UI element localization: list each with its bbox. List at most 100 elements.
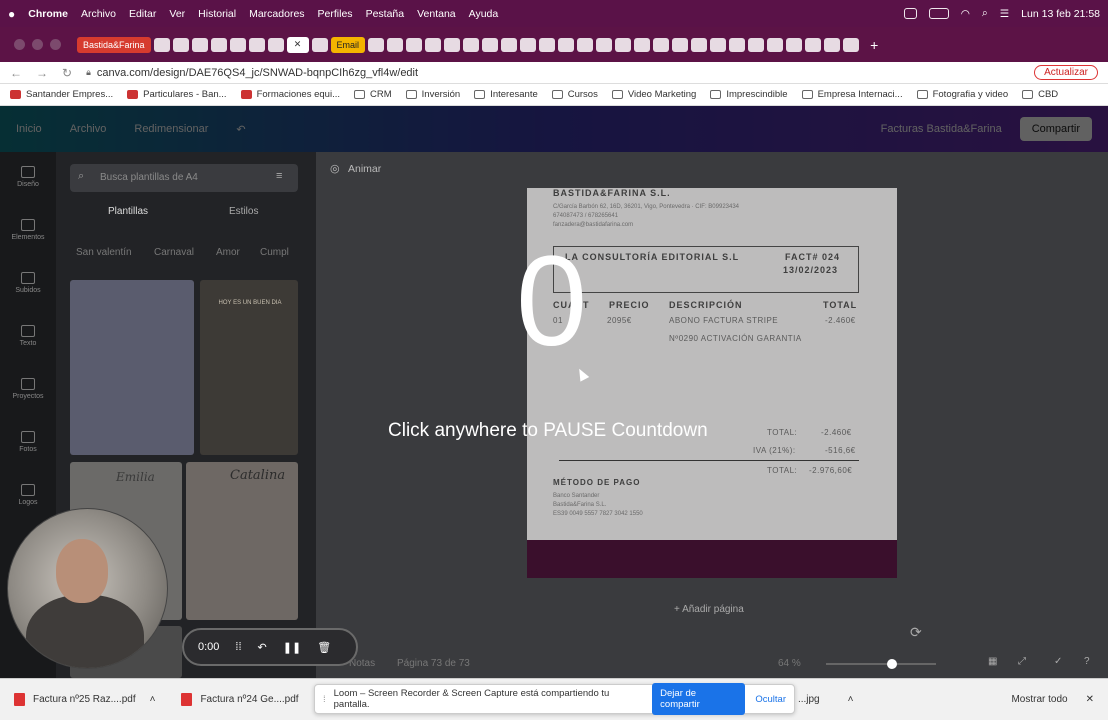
lock-icon[interactable]: 🔒︎ bbox=[86, 67, 91, 78]
tab-gmail-icon[interactable] bbox=[444, 37, 461, 52]
restart-icon[interactable]: ↶ bbox=[258, 641, 267, 654]
minimize-window-icon[interactable] bbox=[32, 39, 43, 50]
bookmark-folder[interactable]: Imprescindible bbox=[710, 89, 788, 100]
control-center-icon[interactable]: ☰ bbox=[1000, 8, 1009, 20]
bookmark-icon bbox=[240, 90, 252, 99]
tab-favicon[interactable] bbox=[558, 37, 575, 52]
tab-favicon[interactable] bbox=[191, 37, 208, 52]
tab-gmail-icon[interactable] bbox=[406, 37, 423, 52]
menu-app[interactable]: Chrome bbox=[28, 8, 68, 20]
tab-favicon[interactable] bbox=[501, 37, 518, 52]
drag-handle-icon[interactable]: ⁞ bbox=[323, 694, 326, 705]
menu-pestana[interactable]: Pestaña bbox=[366, 8, 405, 20]
bookmark-item[interactable]: Particulares - Ban... bbox=[127, 89, 227, 100]
maximize-window-icon[interactable] bbox=[50, 39, 61, 50]
tab-favicon[interactable] bbox=[267, 37, 284, 52]
bookmark-icon bbox=[127, 90, 139, 99]
new-tab-icon[interactable]: + bbox=[870, 37, 878, 53]
bookmark-item[interactable]: Formaciones equi... bbox=[240, 89, 340, 100]
tab-favicon[interactable] bbox=[653, 37, 670, 52]
tab-canva-active[interactable]: ✕ bbox=[286, 36, 309, 53]
tab-favicon[interactable] bbox=[767, 37, 784, 52]
bookmark-folder[interactable]: Cursos bbox=[551, 89, 598, 100]
search-icon[interactable]: ⌕ bbox=[982, 7, 988, 20]
tab-favicon[interactable] bbox=[691, 37, 708, 52]
tab-gmail-icon[interactable] bbox=[387, 37, 404, 52]
tab-favicon[interactable] bbox=[824, 37, 841, 52]
tab-favicon[interactable] bbox=[786, 37, 803, 52]
bookmark-folder[interactable]: Interesante bbox=[474, 89, 538, 100]
tab-favicon[interactable] bbox=[634, 37, 651, 52]
apple-icon[interactable]: ● bbox=[8, 7, 15, 21]
address-bar: ← → ↻ 🔒︎ canva.com/design/DAE76QS4_jc/SN… bbox=[0, 62, 1108, 84]
tab-gmail-icon[interactable] bbox=[425, 37, 442, 52]
bookmark-folder[interactable]: CRM bbox=[354, 89, 392, 100]
drag-handle-icon[interactable]: ⁞⁞ bbox=[235, 641, 241, 653]
tab-favicon[interactable] bbox=[248, 37, 265, 52]
reload-icon[interactable]: ↻ bbox=[62, 66, 72, 80]
tab-favicon[interactable] bbox=[153, 37, 170, 52]
clock[interactable]: Lun 13 feb 21:58 bbox=[1021, 8, 1100, 20]
tab-favicon[interactable] bbox=[577, 37, 594, 52]
menu-archivo[interactable]: Archivo bbox=[81, 8, 116, 20]
bookmark-folder[interactable]: Video Marketing bbox=[611, 89, 696, 100]
bookmark-folder[interactable]: Empresa Internaci... bbox=[801, 89, 903, 100]
folder-icon bbox=[1022, 90, 1034, 99]
bookmark-folder[interactable]: Inversión bbox=[405, 89, 460, 100]
menu-historial[interactable]: Historial bbox=[198, 8, 236, 20]
tab-favicon[interactable] bbox=[748, 37, 765, 52]
trash-icon[interactable]: 🗑︎ bbox=[317, 641, 331, 654]
hide-button[interactable]: Ocultar bbox=[755, 694, 786, 705]
tab-favicon[interactable] bbox=[229, 37, 246, 52]
tab-favicon[interactable] bbox=[710, 37, 727, 52]
battery-icon[interactable] bbox=[928, 8, 949, 19]
menu-marcadores[interactable]: Marcadores bbox=[249, 8, 304, 20]
wifi-icon[interactable]: ◠ bbox=[961, 8, 970, 20]
pause-icon[interactable]: ❚❚ bbox=[283, 641, 301, 654]
menu-ayuda[interactable]: Ayuda bbox=[469, 8, 499, 20]
tab-favicon[interactable] bbox=[843, 37, 860, 52]
countdown-hint[interactable]: Click anywhere to PAUSE Countdown bbox=[388, 420, 708, 442]
countdown-number: 0 bbox=[516, 230, 588, 373]
tab-favicon[interactable] bbox=[672, 37, 689, 52]
tab-gmail-icon[interactable] bbox=[368, 37, 385, 52]
tab-favicon[interactable] bbox=[520, 37, 537, 52]
menu-editar[interactable]: Editar bbox=[129, 8, 156, 20]
bookmark-folder[interactable]: CBD bbox=[1022, 89, 1058, 100]
tab-favicon[interactable] bbox=[729, 37, 746, 52]
close-icon[interactable]: ✕ bbox=[1086, 694, 1094, 705]
menu-ver[interactable]: Ver bbox=[169, 8, 185, 20]
menu-ventana[interactable]: Ventana bbox=[417, 8, 456, 20]
chevron-up-icon[interactable]: ˄ bbox=[150, 694, 156, 705]
forward-icon[interactable]: → bbox=[36, 66, 48, 80]
tab-favicon[interactable] bbox=[482, 37, 499, 52]
stop-sharing-button[interactable]: Dejar de compartir bbox=[652, 683, 746, 715]
bookmark-icon bbox=[10, 90, 21, 99]
url-field[interactable]: canva.com/design/DAE76QS4_jc/SNWAD-bqnpC… bbox=[97, 67, 418, 79]
download-item[interactable]: Factura nº24 Ge....pdf bbox=[181, 693, 299, 706]
tab-download-icon[interactable] bbox=[311, 37, 328, 52]
tab-email[interactable]: Email bbox=[330, 36, 366, 53]
download-item-jpg[interactable]: ...jpg bbox=[798, 694, 820, 705]
mac-menubar: ● Chrome Archivo Editar Ver Historial Ma… bbox=[0, 0, 1108, 27]
back-icon[interactable]: ← bbox=[10, 66, 22, 80]
webcam-bubble[interactable] bbox=[7, 508, 168, 669]
tab-bastida-farina[interactable]: Bastida&Farina bbox=[77, 36, 151, 53]
tab-favicon[interactable] bbox=[172, 37, 189, 52]
bookmark-item[interactable]: Santander Empres... bbox=[10, 89, 113, 100]
tab-favicon[interactable] bbox=[615, 37, 632, 52]
show-all-button[interactable]: Mostrar todo bbox=[1011, 694, 1067, 705]
update-button[interactable]: Actualizar bbox=[1034, 65, 1098, 80]
tab-favicon[interactable] bbox=[805, 37, 822, 52]
tab-favicon[interactable] bbox=[463, 37, 480, 52]
tab-favicon[interactable] bbox=[210, 37, 227, 52]
tab-favicon[interactable] bbox=[596, 37, 613, 52]
chevron-up-icon[interactable]: ˄ bbox=[848, 694, 854, 705]
download-item[interactable]: Factura nº25 Raz....pdf ˄ bbox=[14, 693, 155, 706]
pdf-icon bbox=[181, 693, 193, 706]
menu-perfiles[interactable]: Perfiles bbox=[318, 8, 353, 20]
bookmark-folder[interactable]: Fotografia y video bbox=[916, 89, 1008, 100]
tab-favicon[interactable] bbox=[539, 37, 556, 52]
close-window-icon[interactable] bbox=[14, 39, 25, 50]
status-icon[interactable] bbox=[903, 8, 917, 19]
